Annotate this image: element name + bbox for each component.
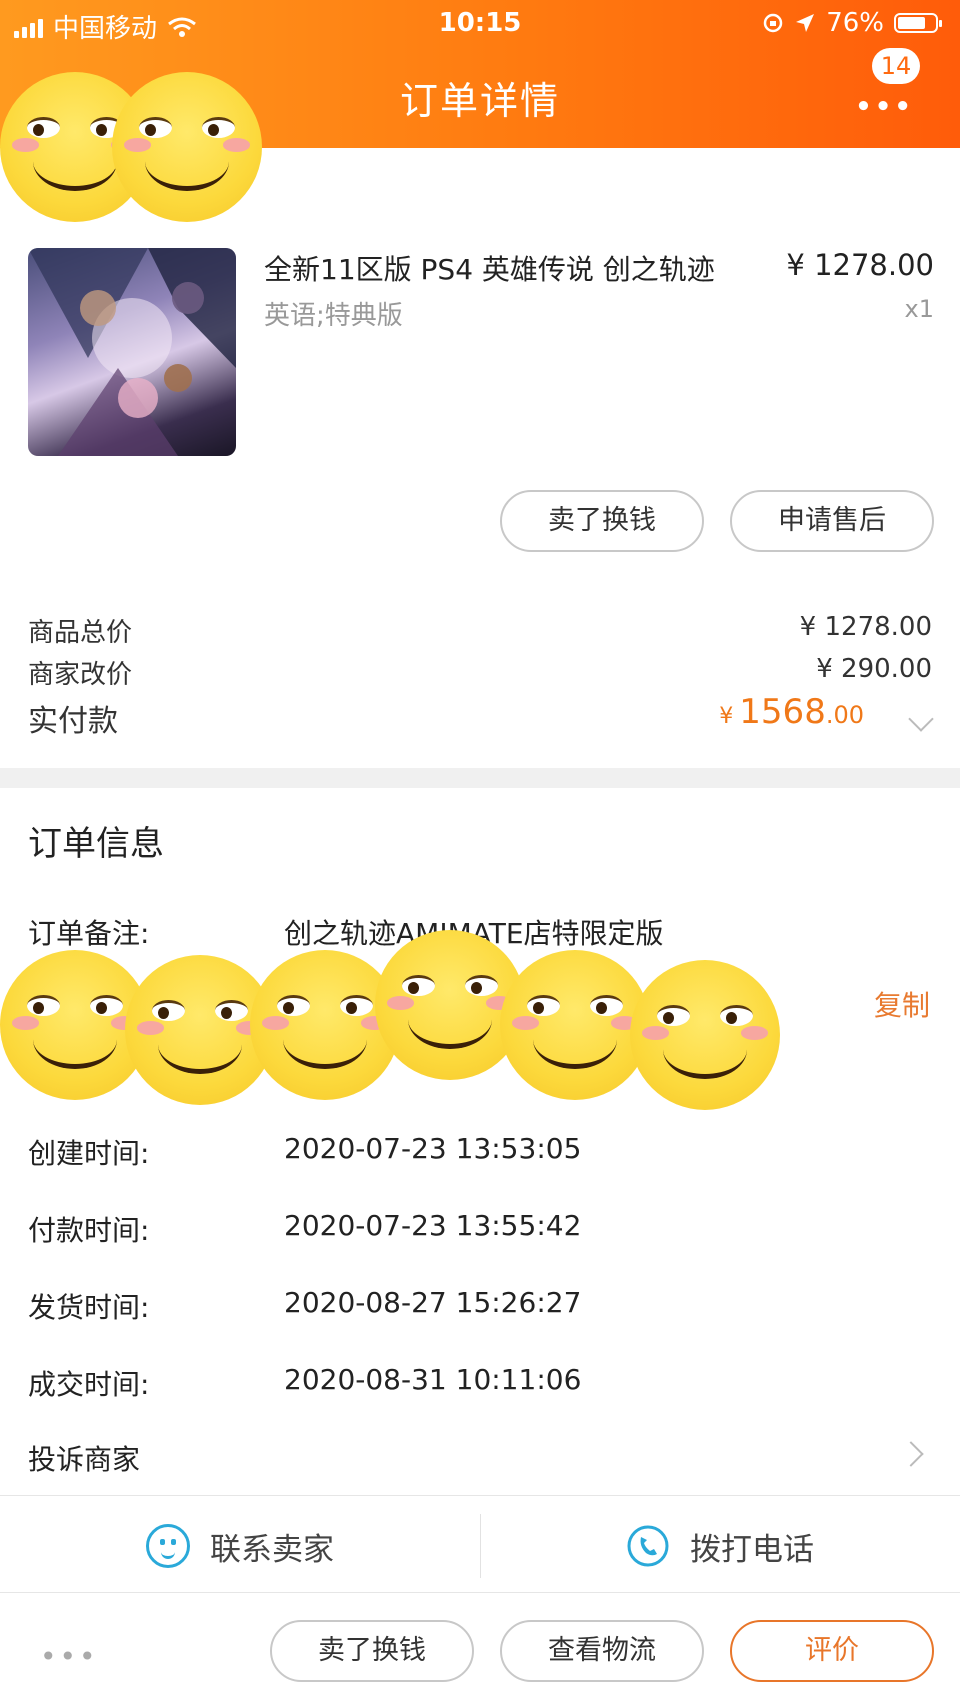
product-image[interactable]: [28, 248, 236, 456]
paid-currency: ¥: [719, 704, 734, 729]
price-adjust-value: ¥ 290.00: [816, 654, 932, 684]
chat-smile-icon: [146, 1524, 190, 1568]
phone-icon: [627, 1525, 669, 1567]
contact-seller-label: 联系卖家: [210, 1531, 334, 1568]
goods-total-label: 商品总价: [28, 618, 133, 648]
paid-integer: 1568: [739, 692, 826, 732]
rotation-lock-icon: [763, 13, 783, 33]
price-adjust-label: 商家改价: [28, 660, 133, 690]
privacy-sticker: [500, 950, 650, 1100]
product-price: ¥ 1278.00: [786, 248, 934, 282]
create-time-value: 2020-07-23 13:53:05: [284, 1132, 582, 1165]
product-name[interactable]: 全新11区版 PS4 英雄传说 创之轨迹: [264, 248, 715, 288]
call-phone-button[interactable]: 拨打电话: [480, 1500, 960, 1592]
battery-icon: [894, 13, 942, 33]
more-menu-icon[interactable]: •••: [855, 92, 914, 122]
privacy-sticker: [112, 72, 262, 222]
expand-chevron-icon[interactable]: [908, 706, 934, 732]
message-count-badge[interactable]: 14: [872, 48, 920, 84]
battery-percent: 76%: [826, 8, 884, 38]
order-note-label: 订单备注:: [28, 917, 150, 950]
ship-time-label: 发货时间:: [28, 1291, 150, 1324]
privacy-sticker: [630, 960, 780, 1110]
sell-button[interactable]: 卖了换钱: [270, 1620, 474, 1682]
goods-total-value: ¥ 1278.00: [799, 612, 932, 642]
product-sku: 英语;特典版: [264, 301, 403, 331]
review-button[interactable]: 评价: [730, 1620, 934, 1682]
order-info-title: 订单信息: [28, 824, 164, 864]
view-logistics-button[interactable]: 查看物流: [500, 1620, 704, 1682]
product-quantity: x1: [904, 295, 934, 323]
more-options-icon[interactable]: •••: [40, 1640, 99, 1673]
contact-seller-button[interactable]: 联系卖家: [0, 1500, 480, 1592]
contact-top-divider: [0, 1495, 960, 1496]
copy-button[interactable]: 复制: [874, 984, 930, 1024]
chevron-right-icon[interactable]: [898, 1441, 924, 1467]
paid-label: 实付款: [28, 704, 118, 739]
paid-amount: ¥1568.00: [719, 692, 864, 732]
bottom-bar-divider: [0, 1592, 960, 1593]
pay-time-value: 2020-07-23 13:55:42: [284, 1209, 582, 1242]
call-phone-label: 拨打电话: [690, 1531, 814, 1568]
deal-time-value: 2020-08-31 10:11:06: [284, 1363, 582, 1396]
ship-time-value: 2020-08-27 15:26:27: [284, 1286, 582, 1319]
status-bar: 中国移动 10:15 76%: [0, 0, 960, 48]
complain-seller-link[interactable]: 投诉商家: [28, 1438, 140, 1478]
battery-level: [898, 17, 926, 29]
sell-item-button[interactable]: 卖了换钱: [500, 490, 704, 552]
deal-time-label: 成交时间:: [28, 1368, 150, 1401]
pay-time-label: 付款时间:: [28, 1214, 150, 1247]
paid-decimal: .00: [825, 701, 864, 729]
location-arrow-icon: [796, 14, 815, 32]
create-time-label: 创建时间:: [28, 1137, 150, 1170]
after-sale-button[interactable]: 申请售后: [730, 490, 934, 552]
section-divider: [0, 768, 960, 788]
